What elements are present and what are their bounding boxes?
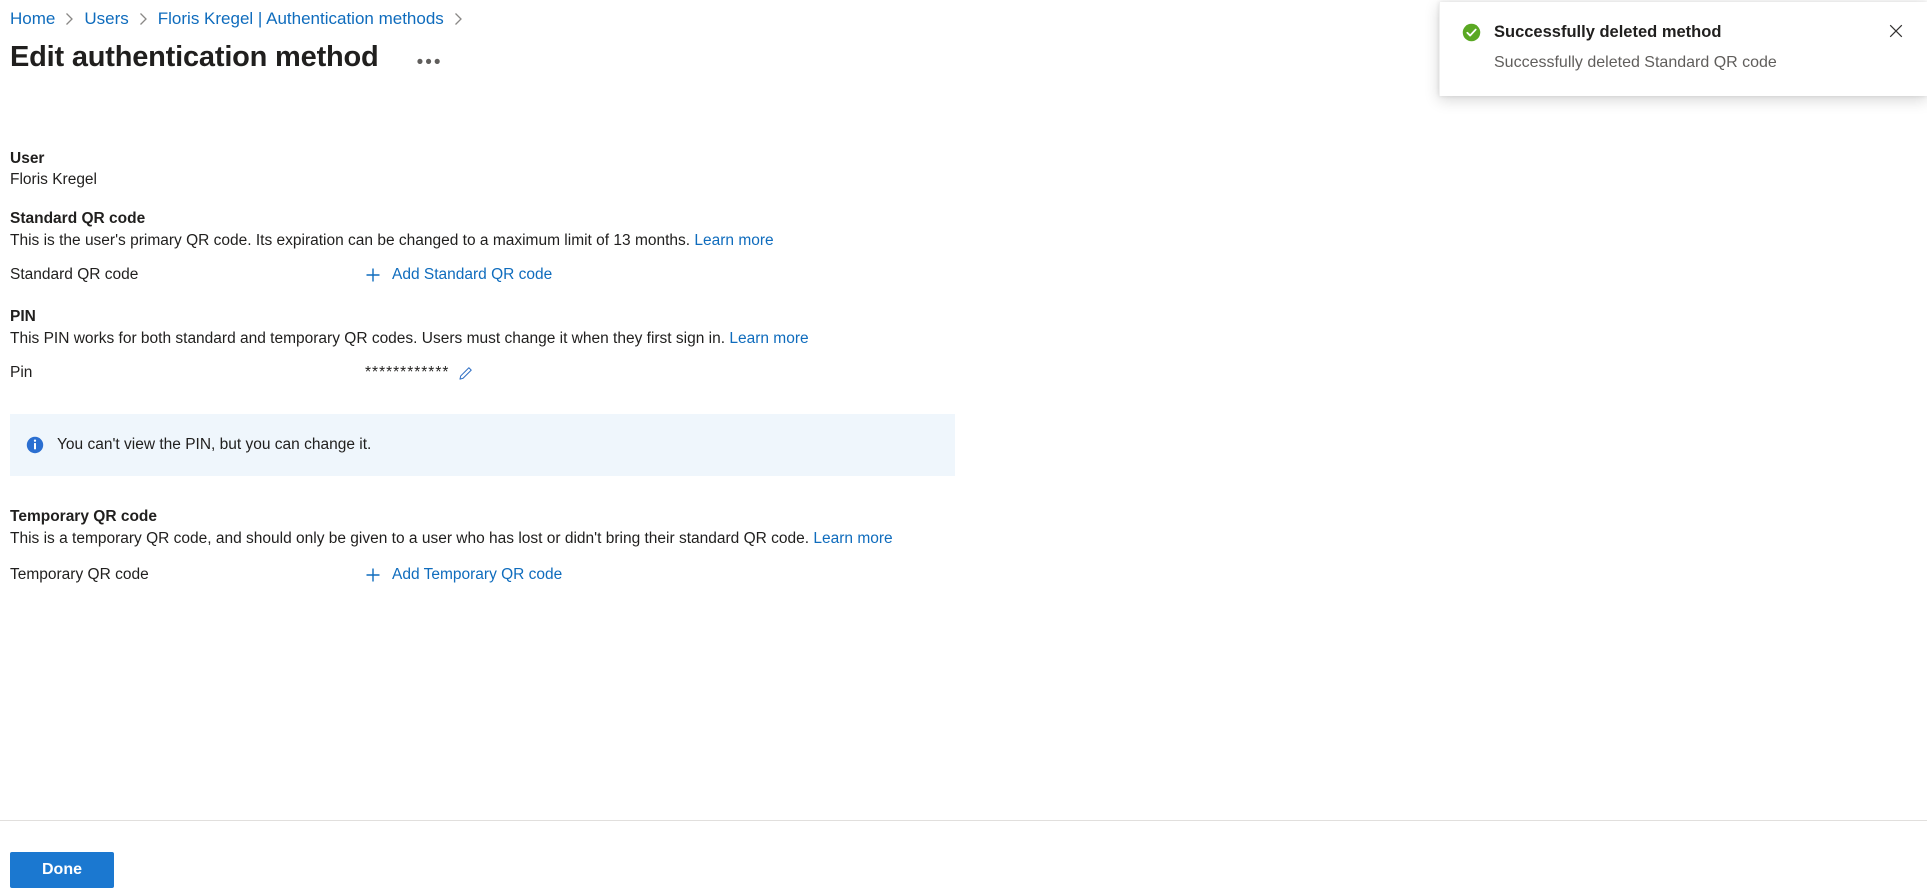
notification-toast: Successfully deleted method Successfully… [1439, 2, 1927, 96]
breadcrumb: Home Users Floris Kregel | Authenticatio… [10, 7, 473, 31]
footer: Done [10, 852, 114, 888]
pin-info-banner: You can't view the PIN, but you can chan… [10, 414, 955, 476]
chevron-right-icon [64, 12, 75, 26]
pin-masked-value: ************ [365, 364, 450, 381]
breadcrumb-item-home[interactable]: Home [10, 7, 55, 31]
temporary-qr-heading: Temporary QR code [10, 508, 158, 525]
temporary-qr-section: Temporary QR code This is a temporary QR… [10, 506, 970, 586]
page-title: Edit authentication method [10, 41, 379, 73]
pin-info-banner-text: You can't view the PIN, but you can chan… [57, 436, 372, 453]
pin-heading: PIN [10, 308, 36, 325]
standard-qr-heading: Standard QR code [10, 210, 146, 227]
user-section: User Floris Kregel [10, 148, 970, 190]
add-standard-qr-code-button[interactable]: Add Standard QR code [365, 266, 552, 284]
pin-row: Pin ************ [10, 362, 970, 384]
add-temporary-qr-code-label: Add Temporary QR code [392, 566, 563, 583]
pin-learn-more-link[interactable]: Learn more [729, 330, 808, 347]
title-row: Edit authentication method ••• [10, 38, 449, 76]
close-icon[interactable] [1887, 22, 1905, 40]
success-check-icon [1462, 23, 1481, 42]
plus-icon [365, 567, 381, 583]
add-standard-qr-code-label: Add Standard QR code [392, 266, 553, 283]
temporary-qr-learn-more-link[interactable]: Learn more [813, 530, 892, 547]
standard-qr-learn-more-link[interactable]: Learn more [694, 232, 773, 249]
pin-value-group: ************ [365, 364, 473, 382]
user-value: Floris Kregel [10, 171, 97, 188]
notification-toast-title: Successfully deleted method [1494, 23, 1722, 41]
pin-section: PIN This PIN works for both standard and… [10, 306, 970, 384]
user-label: User [10, 150, 45, 167]
footer-divider [0, 820, 1927, 821]
info-icon [26, 436, 44, 454]
pin-description-text: This PIN works for both standard and tem… [10, 330, 726, 347]
temporary-qr-row-label: Temporary QR code [10, 566, 149, 583]
breadcrumb-item-authentication-methods[interactable]: Floris Kregel | Authentication methods [158, 7, 444, 31]
edit-authentication-method-page: Home Users Floris Kregel | Authenticatio… [0, 0, 1927, 891]
standard-qr-description-text: This is the user's primary QR code. Its … [10, 232, 691, 249]
notification-toast-message: Successfully deleted Standard QR code [1494, 54, 1777, 71]
standard-qr-row-label: Standard QR code [10, 266, 139, 283]
standard-qr-section: Standard QR code This is the user's prim… [10, 208, 970, 286]
chevron-right-icon [453, 12, 464, 26]
standard-qr-row: Standard QR code Add Standard QR code [10, 264, 970, 286]
done-button[interactable]: Done [10, 852, 114, 888]
pin-row-label: Pin [10, 364, 33, 381]
pencil-icon[interactable] [458, 366, 473, 381]
main-content: User Floris Kregel Standard QR code This… [10, 148, 970, 586]
breadcrumb-item-users[interactable]: Users [84, 7, 128, 31]
notification-toast-header: Successfully deleted method [1462, 22, 1905, 43]
chevron-right-icon [138, 12, 149, 26]
ellipsis-icon[interactable]: ••• [411, 49, 449, 76]
pin-description: This PIN works for both standard and tem… [10, 327, 965, 350]
temporary-qr-description: This is a temporary QR code, and should … [10, 527, 965, 550]
add-temporary-qr-code-button[interactable]: Add Temporary QR code [365, 566, 562, 584]
temporary-qr-row: Temporary QR code Add Temporary QR code [10, 564, 970, 586]
plus-icon [365, 267, 381, 283]
temporary-qr-description-text: This is a temporary QR code, and should … [10, 530, 810, 547]
standard-qr-description: This is the user's primary QR code. Its … [10, 229, 965, 252]
